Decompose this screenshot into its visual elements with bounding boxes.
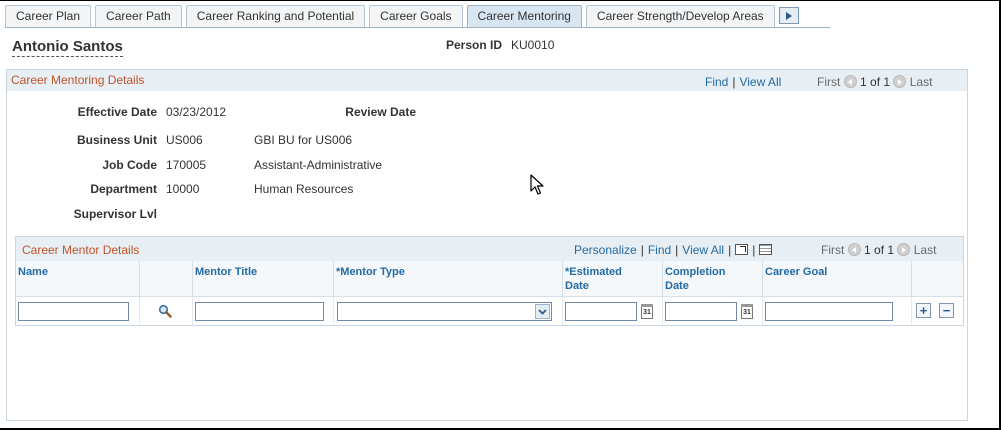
details-title: Career Mentoring Details [11,73,145,87]
cell-name [16,297,139,325]
tab-bar: Career Plan Career Path Career Ranking a… [5,5,799,28]
cell-mentor-title [192,297,333,325]
column-mentor-type-label: *Mentor Type [336,266,405,278]
column-completion-label: Completion [665,266,726,278]
cell-career-goal [762,297,911,325]
career-mentor-details-grid: Career Mentor Details Personalize | Find | V… [15,236,964,326]
mentor-last-label: Last [913,243,937,257]
column-row-actions [911,261,963,297]
next-arrow-icon[interactable] [897,243,911,256]
calendar-icon[interactable]: 31 [641,304,653,319]
add-row-button[interactable]: + [916,303,931,318]
details-pager: First 1 of 1 Last [817,75,932,89]
column-name-label: Name [18,266,48,278]
top-border [0,0,1001,1]
job-code-description: Assistant-Administrative [254,158,383,172]
mentor-title-input[interactable] [195,302,324,321]
tab-career-strength[interactable]: Career Strength/Develop Areas [585,5,775,28]
details-first-label: First [817,75,841,89]
column-completion-date[interactable]: Completion Date [662,261,762,297]
column-mentor-title[interactable]: Mentor Title [192,261,333,297]
job-code-label: Job Code [102,158,157,172]
column-career-goal[interactable]: Career Goal [762,261,911,297]
tab-career-goals[interactable]: Career Goals [369,5,463,28]
delete-row-button[interactable]: − [939,303,954,318]
mentor-view-all-link[interactable]: View All [682,243,724,257]
cell-estimated-date: 31 [562,297,662,325]
column-mentor-title-label: Mentor Title [195,266,258,278]
tab-scroll-right-button[interactable] [778,7,799,24]
previous-arrow-icon[interactable] [843,75,857,88]
details-nav-links: Find | View All [705,75,782,89]
mentor-grid-nav-links: Personalize | Find | View All | | [574,243,773,257]
cell-completion-date: 31 [662,297,762,325]
cell-row-actions: + − [911,297,963,325]
details-header: Career Mentoring Details Find | View All F… [7,70,967,91]
business-unit-value: US006 [166,133,203,147]
tab-career-mentoring[interactable]: Career Mentoring [466,5,582,28]
mentor-grid-header: Career Mentor Details Personalize | Find | V… [16,237,963,261]
effective-date-value: 03/23/2012 [166,105,227,119]
review-date-label: Review Date [345,105,416,119]
column-name[interactable]: Name [16,261,139,297]
effective-date-label: Effective Date [77,105,157,119]
cell-mentor-type [333,297,562,325]
cell-lookup [139,297,192,325]
mentor-find-link[interactable]: Find [648,243,671,257]
mentor-grid-title: Career Mentor Details [22,243,140,257]
chevron-down-icon [538,308,547,315]
business-unit-label: Business Unit [76,133,157,147]
estimated-date-input[interactable] [565,302,637,321]
chevron-right-icon [785,11,792,20]
tab-underline [5,27,830,28]
calendar-icon[interactable]: 31 [741,304,753,319]
details-last-label: Last [909,75,933,89]
mentor-count: 1 of 1 [864,243,895,257]
new-window-icon[interactable] [735,244,749,255]
department-value: 10000 [166,182,200,196]
tab-career-ranking[interactable]: Career Ranking and Potential [185,5,366,28]
details-view-all-link[interactable]: View All [739,75,781,89]
mentor-first-label: First [821,243,845,257]
column-estimated-date-label: Date [565,280,589,292]
previous-arrow-icon[interactable] [847,243,861,256]
column-estimated-label: *Estimated [565,266,622,278]
column-career-goal-label: Career Goal [765,266,828,278]
details-find-link[interactable]: Find [705,75,728,89]
person-name: Antonio Santos [12,38,123,57]
personalize-link[interactable]: Personalize [574,243,637,257]
career-mentoring-details-panel: Career Mentoring Details Find | View All F… [6,69,968,421]
search-icon[interactable] [158,304,172,318]
person-id-label: Person ID [446,38,503,52]
career-goal-input[interactable] [765,302,893,321]
next-arrow-icon[interactable] [893,75,907,88]
supervisor-level-label: Supervisor Lvl [73,207,157,221]
mouse-pointer-icon [530,174,544,195]
tab-career-plan[interactable]: Career Plan [5,5,92,28]
department-description: Human Resources [254,182,354,196]
person-id-value: KU0010 [511,38,555,52]
details-count: 1 of 1 [860,75,891,89]
department-label: Department [90,182,157,196]
column-completion-date-label: Date [665,280,689,292]
mentor-grid-pager: First 1 of 1 Last [821,243,936,257]
table-row: 31 31 + − [16,297,963,325]
dropdown-button[interactable] [535,304,550,319]
name-input[interactable] [18,302,129,321]
column-estimated-date[interactable]: *Estimated Date [562,261,662,297]
tab-career-path[interactable]: Career Path [95,5,182,28]
mentor-type-select[interactable] [337,302,552,321]
column-mentor-type[interactable]: *Mentor Type [333,261,562,297]
completion-date-input[interactable] [665,302,737,321]
job-code-value: 170005 [166,158,207,172]
download-grid-icon[interactable] [759,244,773,255]
column-lookup [139,261,192,297]
business-unit-description: GBI BU for US006 [254,133,353,147]
mentor-grid-column-headers: Name Mentor Title *Mentor Type *Estimate… [16,261,963,297]
